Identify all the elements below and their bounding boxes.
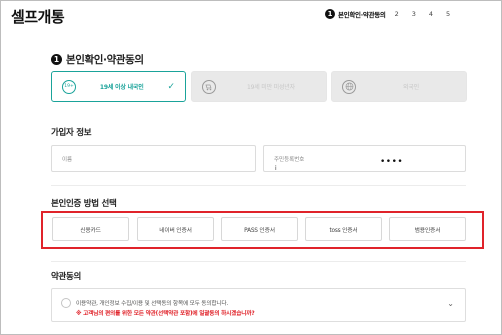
name-field[interactable]: 이름 (51, 145, 256, 172)
step-4: 4 (428, 10, 434, 18)
terms-notice-text: ※ 고객님의 편의를 위한 모든 약관(선택약관 포함)에 일괄동의 하시겠습니… (76, 311, 255, 317)
terms-title: 약관동의 (51, 272, 82, 282)
auth-universal-cert-button[interactable]: 범용인증서 (389, 217, 466, 241)
check-icon: ✓ (167, 81, 175, 92)
step-indicator: 1 본인확인·약관동의 2 3 4 5 (325, 9, 463, 19)
step-1-badge: 1 (325, 9, 335, 19)
step-3: 3 (411, 10, 416, 18)
type-card-minor[interactable]: 19세 미만 미성년자 (191, 71, 327, 102)
type-card-label: 19세 미만 미성년자 (247, 84, 295, 91)
auth-naver-button[interactable]: 네이버 인증서 (137, 217, 214, 241)
auth-toss-button[interactable]: toss 인증서 (305, 217, 382, 241)
chevron-down-icon[interactable]: ⌄ (447, 299, 454, 308)
type-card-adult-korean[interactable]: 19+ 19세 이상 내국인 ✓ (51, 71, 186, 102)
type-card-foreigner[interactable]: 외국인 (331, 71, 467, 102)
name-placeholder: 이름 (62, 157, 73, 163)
rrn-masked-value: •••• (380, 157, 404, 167)
auth-pass-button[interactable]: PASS 인증서 (221, 217, 298, 241)
identity-section-heading: 1 본인확인·약관동의 (51, 52, 144, 67)
auth-credit-card-button[interactable]: 신용카드 (52, 217, 129, 241)
text-cursor-icon: 𝗂 (275, 165, 277, 172)
section-divider (51, 261, 466, 262)
step-2: 2 (394, 10, 399, 18)
globe-icon (342, 79, 356, 94)
section-number-badge: 1 (51, 54, 62, 65)
page-title: 셀프개통 (11, 8, 65, 26)
auth-method-title: 본인인증 방법 선택 (51, 199, 117, 209)
rrn-placeholder: 주민등록번호 (274, 157, 305, 163)
section-divider (51, 185, 466, 186)
type-card-label: 외국인 (403, 84, 419, 91)
rrn-field[interactable]: 주민등록번호 𝗂 •••• (263, 145, 466, 172)
id-card-icon: 19+ (62, 79, 76, 94)
step-5: 5 (446, 10, 451, 18)
step-1-label: 본인확인·약관동의 (338, 11, 386, 19)
subscriber-info-title: 가입자 정보 (51, 128, 92, 138)
terms-agree-text: 이용약관, 개인정보 수집/이용 및 선택동의 항목에 모두 동의합니다. (76, 301, 229, 307)
identity-section-title: 본인확인·약관동의 (66, 54, 144, 66)
agree-all-checkbox[interactable] (61, 298, 71, 308)
terms-agree-all[interactable]: 이용약관, 개인정보 수집/이용 및 선택동의 항목에 모두 동의합니다. ※ … (51, 288, 466, 322)
stroller-icon (202, 79, 216, 94)
type-card-label: 19세 이상 내국인 (99, 84, 144, 91)
